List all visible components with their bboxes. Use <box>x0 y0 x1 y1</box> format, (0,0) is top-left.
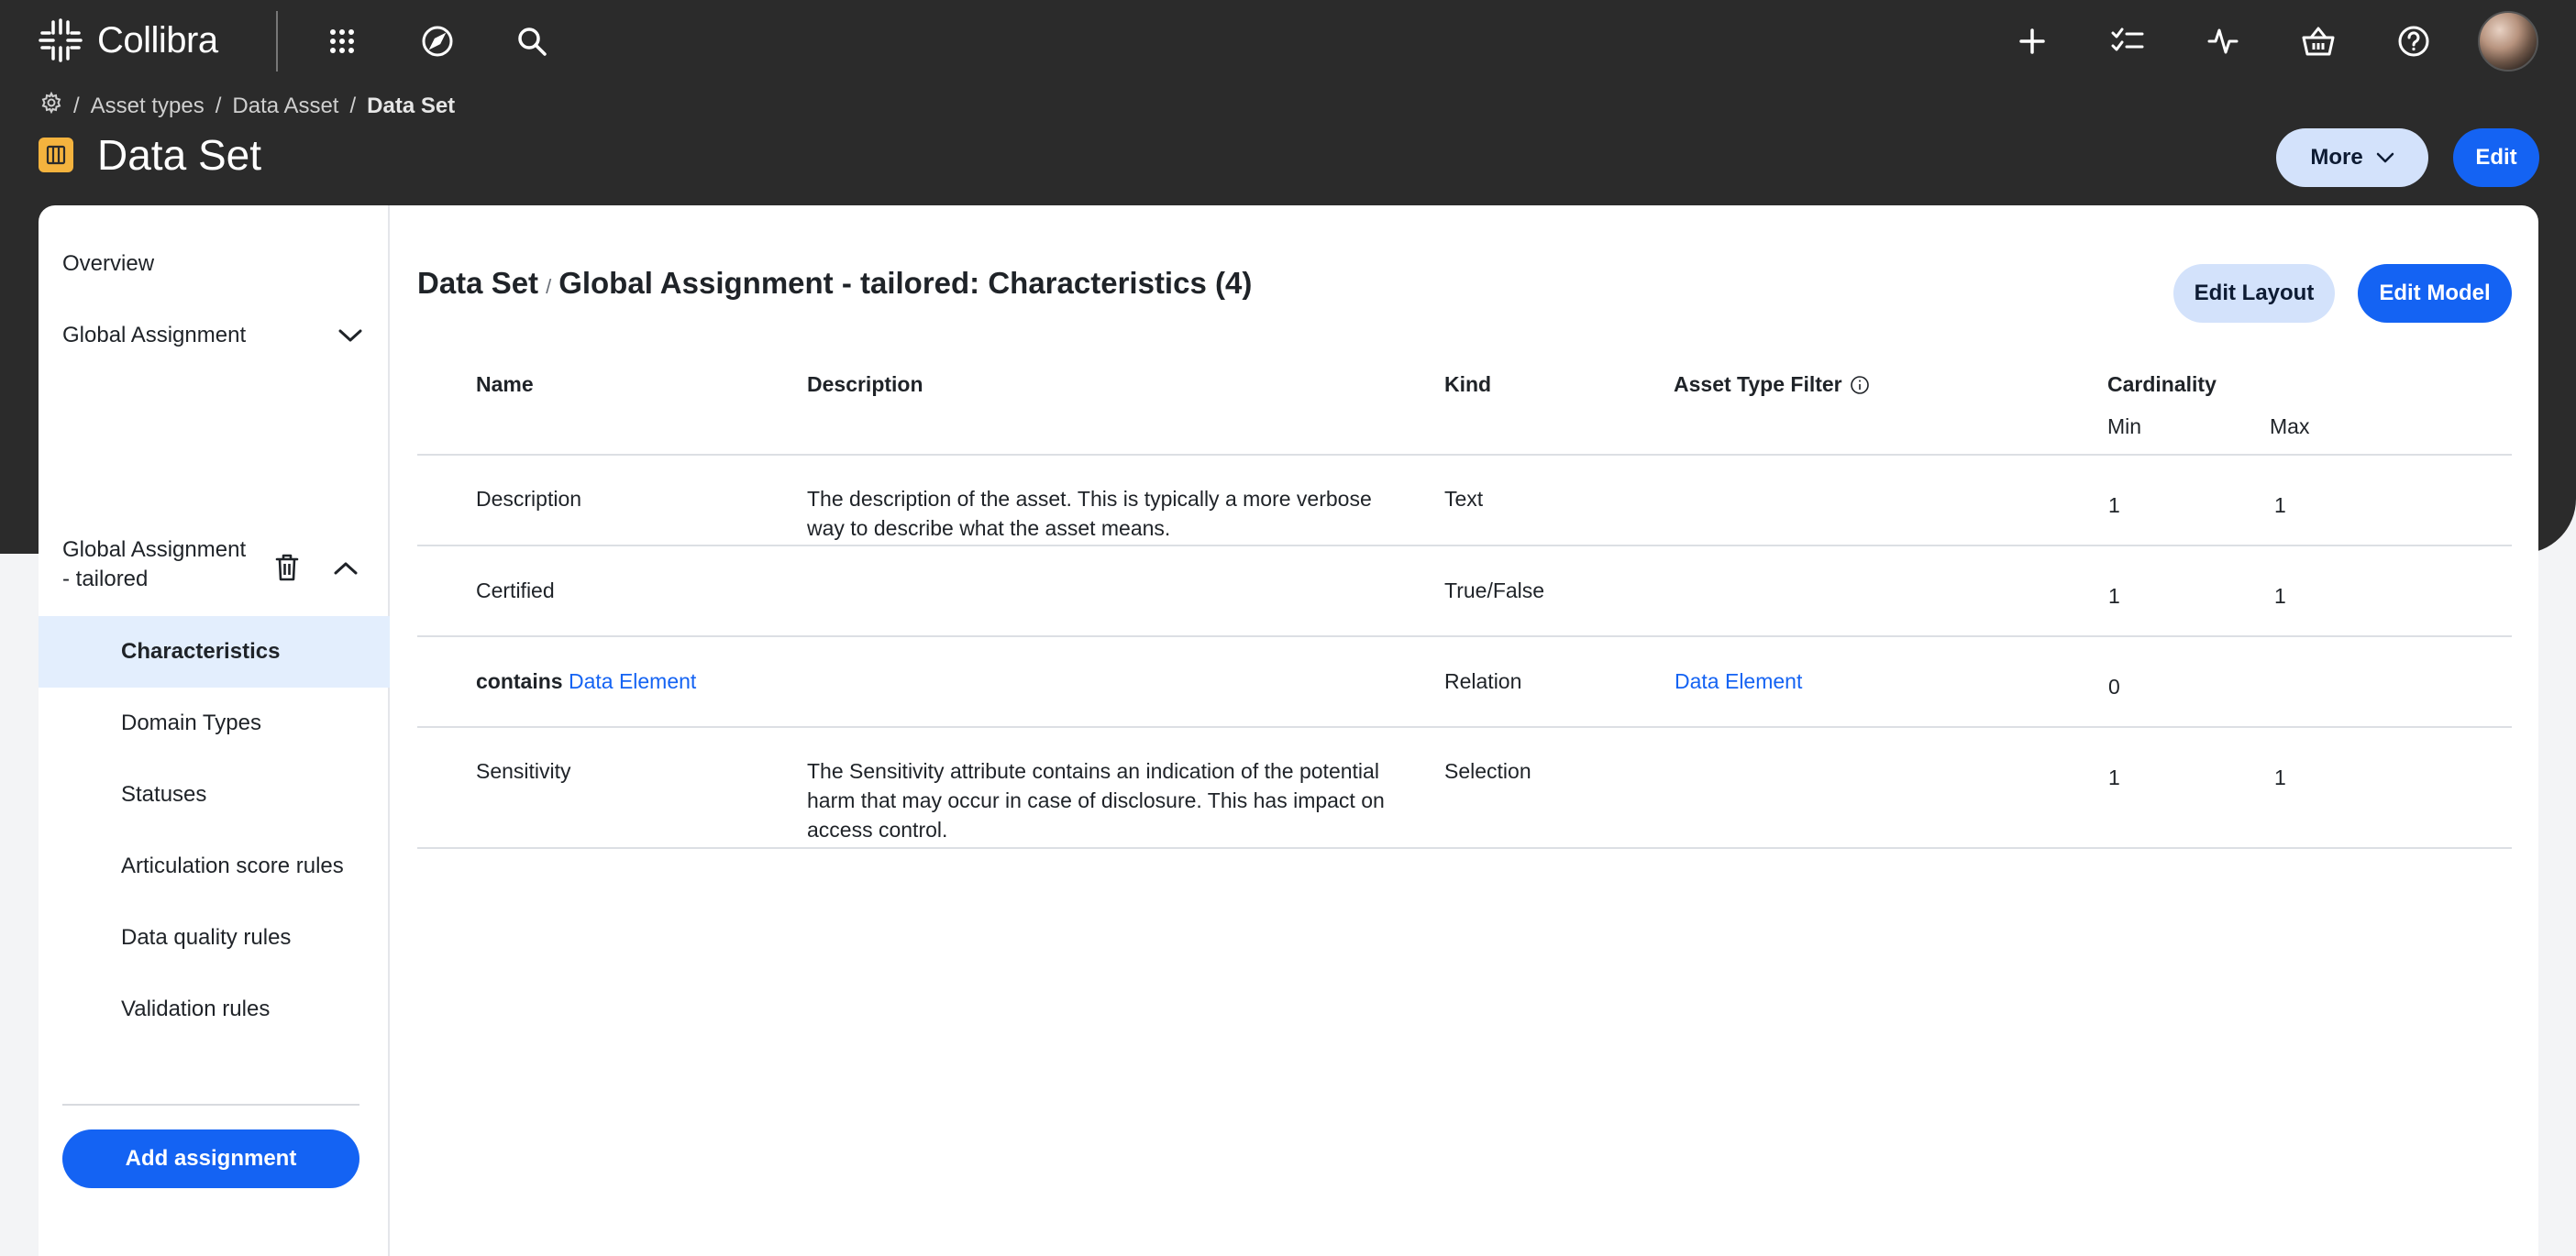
cell-min: 1 <box>2108 766 2120 789</box>
column-header-cardinality: Cardinality <box>2107 372 2217 396</box>
data-element-link[interactable]: Data Element <box>569 669 696 693</box>
sidebar-item-label: Global Assignment <box>62 537 247 562</box>
row-divider <box>417 545 2512 546</box>
row-divider <box>417 635 2512 637</box>
description-line: harm that may occur in case of disclosur… <box>807 788 1385 812</box>
cell-min: 1 <box>2108 493 2120 517</box>
page-title: Data Set <box>97 131 261 179</box>
sidebar-item-label: Global Assignment <box>62 323 247 347</box>
sidebar-item-global-assignment-tailored[interactable]: Global Assignment - tailored <box>39 535 390 601</box>
sidebar-divider <box>62 1104 359 1106</box>
breadcrumb-separator: / <box>215 93 222 118</box>
trash-icon[interactable] <box>275 554 299 581</box>
logo-text: Collibra <box>97 19 218 61</box>
column-header-min[interactable]: Min <box>2107 414 2141 439</box>
edit-layout-button[interactable]: Edit Layout <box>2173 264 2335 323</box>
sidebar-item-data-quality-rules[interactable]: Data quality rules <box>39 902 390 974</box>
description-line: way to describe what the asset means. <box>807 516 1171 540</box>
breadcrumb-data-asset[interactable]: Data Asset <box>232 94 338 119</box>
breadcrumb-asset-types[interactable]: Asset types <box>91 94 205 119</box>
description-line: The description of the asset. This is ty… <box>807 487 1372 511</box>
sidebar-item-domain-types[interactable]: Domain Types <box>39 688 390 759</box>
compass-icon[interactable] <box>416 20 459 62</box>
cell-min: 0 <box>2108 675 2120 699</box>
tasks-icon[interactable] <box>2106 20 2149 62</box>
column-header-name[interactable]: Name <box>476 372 534 397</box>
table-header-divider <box>417 454 2512 456</box>
section-title-main: Global Assignment - tailored: Characteri… <box>558 266 1253 300</box>
sidebar-item-label: - tailored <box>62 567 149 591</box>
collibra-logo-icon <box>39 18 83 62</box>
cell-min: 1 <box>2108 584 2120 608</box>
cell-max: 1 <box>2274 493 2286 517</box>
sidebar-item-global-assignment[interactable]: Global Assignment <box>39 323 390 348</box>
main-content: Data Set / Global Assignment - tailored:… <box>417 205 2512 1256</box>
search-icon[interactable] <box>511 20 553 62</box>
data-set-asset-icon <box>39 138 73 172</box>
breadcrumb-separator: / <box>349 93 357 118</box>
cell-name: Description <box>476 487 582 511</box>
edit-button[interactable]: Edit <box>2453 128 2539 187</box>
column-header-label: Asset Type Filter <box>1674 372 1842 396</box>
section-title: Data Set / Global Assignment - tailored:… <box>417 266 1252 301</box>
section-title-prefix: Data Set <box>417 266 539 300</box>
breadcrumb: / Asset types / Data Asset / Data Set <box>40 91 456 120</box>
column-header-description[interactable]: Description <box>807 372 923 397</box>
cell-name: Certified <box>476 578 555 602</box>
row-divider <box>417 847 2512 849</box>
chevron-up-icon[interactable] <box>334 561 358 576</box>
settings-gear-icon[interactable] <box>40 91 62 120</box>
sidebar-item-overview[interactable]: Overview <box>39 251 390 277</box>
asset-type-filter-link[interactable]: Data Element <box>1675 667 1802 696</box>
column-header-max[interactable]: Max <box>2270 414 2309 439</box>
description-line: access control. <box>807 818 948 842</box>
sidebar-item-validation-rules[interactable]: Validation rules <box>39 974 390 1045</box>
relation-role: contains <box>476 669 563 693</box>
content-card: Overview Global Assignment Global Assign… <box>39 205 2538 1256</box>
column-header-kind[interactable]: Kind <box>1444 372 1491 397</box>
description-line: The Sensitivity attribute contains an in… <box>807 759 1379 783</box>
sidebar-item-characteristics[interactable]: Characteristics <box>39 616 390 688</box>
page-header: Data Set <box>39 130 261 180</box>
info-icon[interactable] <box>1850 375 1870 395</box>
cell-name: contains Data Element <box>476 667 696 696</box>
section-title-separator: / <box>546 275 552 298</box>
more-button-label: More <box>2310 145 2363 170</box>
cell-max: 1 <box>2274 584 2286 608</box>
breadcrumb-separator: / <box>73 93 80 118</box>
edit-model-button[interactable]: Edit Model <box>2358 264 2512 323</box>
help-icon[interactable] <box>2393 20 2435 62</box>
more-button[interactable]: More <box>2276 128 2428 187</box>
cell-kind: Text <box>1444 487 1484 511</box>
cell-kind: Relation <box>1444 669 1522 693</box>
basket-icon[interactable] <box>2297 20 2339 62</box>
cell-max: 1 <box>2274 766 2286 789</box>
plus-icon[interactable] <box>2011 20 2053 62</box>
topbar-divider <box>276 11 278 72</box>
cell-kind: True/False <box>1444 578 1545 602</box>
user-avatar[interactable] <box>2478 11 2538 72</box>
breadcrumb-current: Data Set <box>367 93 456 118</box>
add-assignment-button[interactable]: Add assignment <box>62 1129 359 1188</box>
chevron-down-icon <box>2376 152 2394 163</box>
chevron-down-icon[interactable] <box>338 328 362 343</box>
sidebar: Overview Global Assignment Global Assign… <box>39 205 390 1256</box>
collibra-logo[interactable]: Collibra <box>37 17 218 64</box>
sidebar-item-articulation-score-rules[interactable]: Articulation score rules <box>39 831 390 902</box>
apps-grid-icon[interactable] <box>321 20 363 62</box>
cell-name: Sensitivity <box>476 759 571 783</box>
top-bar: Collibra <box>0 0 2576 83</box>
column-header-asset-type-filter[interactable]: Asset Type Filter <box>1674 372 1870 397</box>
sidebar-item-statuses[interactable]: Statuses <box>39 759 390 831</box>
row-divider <box>417 726 2512 728</box>
cell-description: The description of the asset. This is ty… <box>807 484 1372 543</box>
activity-icon[interactable] <box>2202 20 2244 62</box>
cell-kind: Selection <box>1444 759 1531 783</box>
cell-description: The Sensitivity attribute contains an in… <box>807 756 1385 844</box>
